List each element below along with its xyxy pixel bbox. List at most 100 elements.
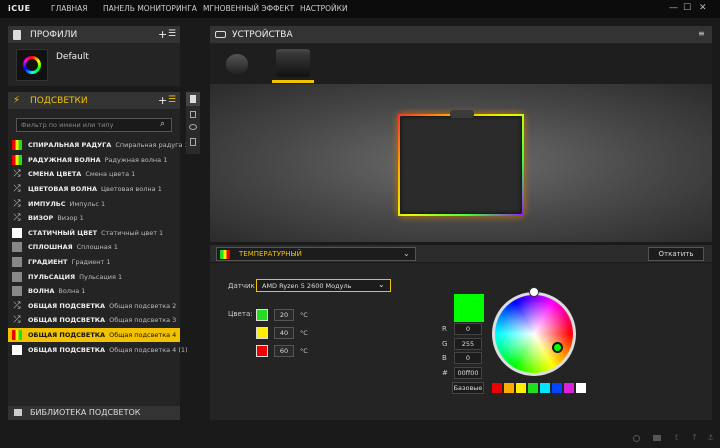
lighting-item-name: ОБЩАЯ ПОДСВЕТКА [28,345,106,354]
r-label: R [442,325,447,333]
lighting-item[interactable]: ⤮ СМЕНА ЦВЕТА Смена цвета 1 [8,167,180,182]
lighting-item[interactable]: ⤮ ОБЩАЯ ПОДСВЕТКА Общая подсветка 2 [8,299,180,314]
lighting-item-subname: Пульсация 1 [79,272,123,281]
temperature-input[interactable]: 60 [274,345,294,357]
base-color-swatch[interactable] [516,383,526,393]
lighting-item[interactable]: СТАТИЧНЫЙ ЦВЕТ Статичный цвет 1 [8,226,180,241]
chat-icon[interactable] [653,435,661,441]
base-color-swatch[interactable] [528,383,538,393]
share-icon[interactable] [633,435,640,442]
sensor-select[interactable]: AMD Ryzen 5 2600 Модуль ⌄ [256,279,391,292]
filter-input[interactable]: Фильтр по имени или типу ⌕ [16,118,172,132]
lighting-item-name: РАДУЖНАЯ ВОЛНА [28,155,101,164]
lighting-menu-icon[interactable]: ☰ [168,95,176,105]
lighting-item[interactable]: СПЛОШНАЯ Сплошная 1 [8,240,180,255]
shuffle-icon: ⤮ [13,169,21,180]
eye-icon[interactable] [189,124,197,130]
base-color-swatch[interactable] [540,383,550,393]
device-tabs [210,44,712,84]
library-icon [14,409,22,416]
lighting-item[interactable]: РАДУЖНАЯ ВОЛНА Радужная волна 1 [8,153,180,168]
profile-name[interactable]: Default [56,52,89,62]
temperature-input[interactable]: 40 [274,327,294,339]
nav-home[interactable]: ГЛАВНАЯ [51,4,87,13]
lighting-item[interactable]: ВОЛНА Волна 1 [8,284,180,299]
lighting-item-subname: Радужная волна 1 [104,155,168,164]
app-logo: iCUE [8,4,31,13]
temperature-effect-icon [220,250,230,259]
lighting-item[interactable]: ГРАДИЕНТ Градиент 1 [8,255,180,270]
sensor-label: Датчик [228,282,255,290]
base-color-swatch[interactable] [504,383,514,393]
mousepad-render [398,110,524,216]
g-input[interactable]: 255 [454,338,482,350]
lighting-item[interactable]: ⤮ ЦВЕТОВАЯ ВОЛНА Цветовая волна 1 [8,182,180,197]
lighting-item-subname: Общая подсветка 4 [109,331,177,340]
nav-dashboard[interactable]: ПАНЕЛЬ МОНИТОРИНГА [103,4,197,13]
effect-settings: Датчик AMD Ryzen 5 2600 Модуль ⌄ Цвета: … [210,263,712,420]
lighting-item[interactable]: ⤮ ОБЩАЯ ПОДСВЕТКА Общая подсветка 3 [8,313,180,328]
base-colors-button[interactable]: Базовые [452,382,484,394]
profiles-icon [13,30,21,40]
copy-icon[interactable] [186,92,200,106]
lighting-item-name: ГРАДИЕНТ [28,258,68,267]
revert-button[interactable]: Откатить [648,247,704,261]
nav-instant-effect[interactable]: МГНОВЕННЫЙ ЭФФЕКТ [203,4,294,13]
lighting-item[interactable]: ⤮ ИМПУЛЬС Импульс 1 [8,196,180,211]
nav-settings[interactable]: НАСТРОЙКИ [300,4,348,13]
color-wheel[interactable] [492,292,576,376]
color-stop-swatch[interactable] [256,327,268,339]
device-mousepad[interactable] [272,46,314,84]
minimize-icon[interactable]: — [669,3,678,13]
profiles-header: ПРОФИЛИ + ☰ [8,26,180,44]
paste-icon[interactable] [190,111,196,118]
maximize-icon[interactable]: ☐ [683,3,691,13]
temperature-unit: °C [300,311,308,319]
rainbow-swatch-icon [12,140,22,151]
facebook-icon[interactable]: f [693,433,696,442]
lighting-item[interactable]: ПУЛЬСАЦИЯ Пульсация 1 [8,269,180,284]
white-swatch-icon [12,227,22,238]
r-input[interactable]: 0 [454,323,482,335]
add-profile-button[interactable]: + [158,28,167,41]
hex-label: # [442,369,448,377]
b-input[interactable]: 0 [454,352,482,364]
base-color-swatch[interactable] [564,383,574,393]
lighting-item[interactable]: ОБЩАЯ ПОДСВЕТКА Общая подсветка 4 (1) [8,342,188,357]
close-icon[interactable]: ✕ [699,3,707,13]
twitter-icon[interactable]: t [675,433,678,442]
lighting-item-subname: Визор 1 [57,214,84,223]
effect-type-label: ТЕМПЕРАТУРНЫЙ [239,250,302,258]
base-color-swatch[interactable] [576,383,586,393]
devices-menu-icon[interactable]: ≡ [698,29,705,38]
temperature-input[interactable]: 20 [274,309,294,321]
effect-type-select[interactable]: ТЕМПЕРАТУРНЫЙ ⌄ [216,247,416,261]
base-color-swatch[interactable] [492,383,502,393]
corsair-icon[interactable]: ⚓ [707,433,714,442]
shuffle-icon: ⤮ [13,315,21,326]
chevron-down-icon: ⌄ [403,249,410,258]
search-icon[interactable]: ⌕ [160,119,165,129]
lightning-icon: ⚡ [13,95,21,106]
color-stop-swatch[interactable] [256,309,268,321]
lighting-item-name: СПИРАЛЬНАЯ РАДУГА [28,141,112,150]
profile-avatar[interactable] [16,49,48,81]
add-lighting-button[interactable]: + [158,94,167,107]
hex-input[interactable]: 00ff00 [454,367,482,379]
library-bar[interactable]: БИБЛИОТЕКА ПОДСВЕТОК [8,406,180,420]
lighting-item[interactable]: ОБЩАЯ ПОДСВЕТКА Общая подсветка 4 [8,327,180,343]
gray-swatch-icon [12,242,22,253]
trash-icon[interactable] [190,138,196,146]
base-color-swatch[interactable] [552,383,562,393]
lighting-item-subname: Спиральная радуга 14 [115,141,193,150]
gray-swatch-icon [12,271,22,282]
side-toolbar [186,92,200,154]
color-stop-swatch[interactable] [256,345,268,357]
wheel-handle-icon[interactable] [529,287,539,297]
lighting-item-subname: Статичный цвет 1 [101,228,164,237]
profiles-menu-icon[interactable]: ☰ [168,29,176,39]
device-mouse[interactable] [222,51,252,77]
lighting-item[interactable]: ⤮ ВИЗОР Визор 1 [8,211,180,226]
hue-selector-icon[interactable] [552,342,563,353]
lighting-item[interactable]: СПИРАЛЬНАЯ РАДУГА Спиральная радуга 14 [8,138,193,153]
